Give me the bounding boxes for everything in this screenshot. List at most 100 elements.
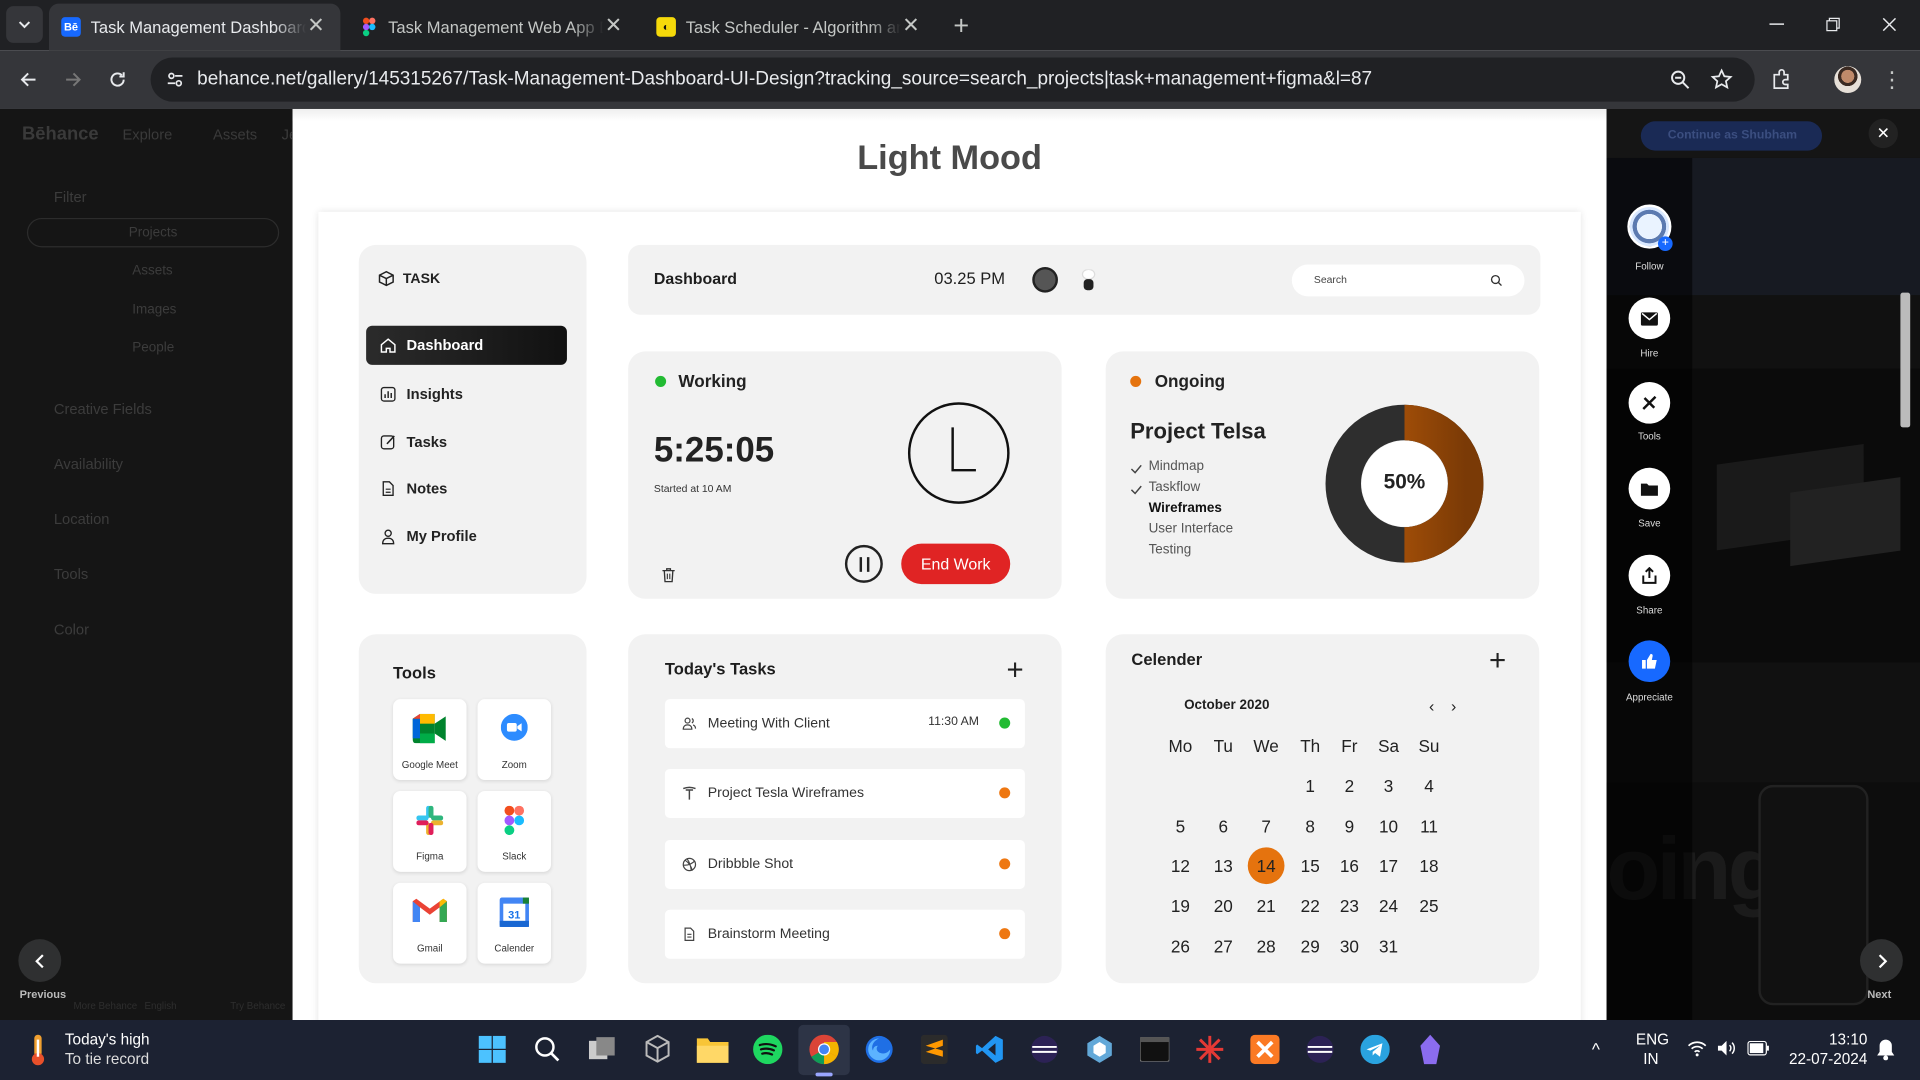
calendar-day[interactable]: 16 (1331, 856, 1368, 876)
tool-zoom[interactable]: Zoom (477, 699, 552, 780)
restore-button[interactable] (1815, 6, 1852, 43)
forward-button[interactable] (55, 61, 92, 98)
search-tab-projects[interactable]: Projects (26, 217, 280, 248)
firefox-button[interactable] (862, 1032, 896, 1066)
url-field[interactable]: behance.net/gallery/145315267/Task-Manag… (150, 57, 1755, 102)
calendar-day[interactable]: 20 (1205, 896, 1242, 916)
tab-algorithm[interactable]: ◐ Task Scheduler - Algorithm and ✕ (644, 4, 935, 51)
chrome-menu-button[interactable]: ⋮ (1873, 61, 1910, 98)
nav-dashboard[interactable]: Dashboard (366, 325, 567, 365)
minimize-button[interactable] (1758, 6, 1795, 43)
calendar-day[interactable]: 23 (1331, 896, 1368, 916)
telegram-button[interactable] (1358, 1032, 1392, 1066)
virtualbox-button[interactable] (640, 1032, 674, 1066)
back-button[interactable] (10, 61, 47, 98)
tab-figma[interactable]: Task Management Web App De ✕ (347, 4, 638, 51)
calendar-day[interactable]: 13 (1205, 856, 1242, 876)
reload-button[interactable] (99, 61, 136, 98)
save-button[interactable] (1628, 467, 1671, 510)
task-item[interactable]: Dribbble Shot (664, 840, 1025, 889)
calendar-day[interactable]: 26 (1162, 936, 1199, 956)
sublime-button[interactable] (917, 1032, 951, 1066)
extensions-button[interactable] (1763, 61, 1800, 98)
volume-icon[interactable] (1717, 1040, 1737, 1057)
calendar-day[interactable]: 21 (1248, 896, 1285, 916)
calendar-day[interactable]: 25 (1411, 896, 1448, 916)
nav-explore[interactable]: Explore (122, 126, 172, 143)
app-button[interactable] (1082, 1032, 1116, 1066)
calendar-day[interactable]: 12 (1162, 856, 1199, 876)
calendar-day[interactable]: 1 (1292, 776, 1329, 796)
close-window-button[interactable] (1871, 6, 1908, 43)
calendar-day[interactable]: 31 (1370, 936, 1407, 956)
weather-title[interactable]: Today's high (65, 1031, 150, 1048)
site-info-icon[interactable] (165, 70, 185, 90)
calendar-day[interactable]: 17 (1370, 856, 1407, 876)
search-tab-images[interactable]: Images (132, 302, 176, 317)
chrome-button[interactable] (807, 1032, 841, 1066)
calendar-day[interactable]: 18 (1411, 856, 1448, 876)
search-input[interactable]: Search (1291, 264, 1525, 297)
theme-light-toggle[interactable] (1081, 269, 1096, 291)
taskbar-search-button[interactable] (530, 1032, 564, 1066)
calendar-day[interactable]: 27 (1205, 936, 1242, 956)
theme-dark-toggle[interactable] (1032, 266, 1058, 293)
tools-button[interactable] (1628, 382, 1671, 424)
calendar-day[interactable]: 3 (1370, 776, 1407, 796)
star-icon[interactable] (1710, 68, 1733, 91)
calendar-day[interactable]: 8 (1292, 816, 1329, 836)
footer-link[interactable]: English (144, 1000, 176, 1011)
xampp-button[interactable] (1248, 1032, 1282, 1066)
eclipse-button[interactable] (1027, 1032, 1061, 1066)
delete-button[interactable] (661, 567, 676, 583)
calendar-day[interactable]: 2 (1331, 776, 1368, 796)
add-task-button[interactable]: + (1007, 656, 1024, 685)
close-tab-icon[interactable]: ✕ (601, 13, 625, 37)
task-item[interactable]: Meeting With Client 11:30 AM (664, 699, 1025, 749)
calendar-day[interactable]: 19 (1162, 896, 1199, 916)
calendar-day[interactable]: 24 (1370, 896, 1407, 916)
tab-search-button[interactable] (6, 6, 43, 43)
language-label[interactable]: ENG (1636, 1031, 1669, 1048)
calendar-day[interactable]: 29 (1292, 936, 1329, 956)
weather-subtitle[interactable]: To tie record (65, 1051, 149, 1068)
calendar-day[interactable]: 28 (1248, 936, 1285, 956)
calendar-day[interactable]: 15 (1292, 856, 1329, 876)
file-explorer-button[interactable] (696, 1032, 730, 1066)
pause-button[interactable] (844, 544, 883, 583)
notification-icon[interactable] (1876, 1038, 1896, 1061)
wifi-icon[interactable] (1687, 1040, 1707, 1057)
nav-notes[interactable]: Notes (366, 469, 567, 508)
start-button[interactable] (475, 1032, 509, 1066)
filter-color[interactable]: Color (54, 621, 89, 638)
new-tab-button[interactable]: + (943, 7, 980, 44)
continue-as-button[interactable]: Continue as Shubham (1640, 121, 1823, 151)
search-tab-assets[interactable]: Assets (132, 263, 172, 278)
calendar-day[interactable]: 4 (1411, 776, 1448, 796)
calendar-day[interactable]: 30 (1331, 936, 1368, 956)
share-button[interactable] (1628, 554, 1671, 597)
nav-tasks[interactable]: Tasks (366, 422, 567, 461)
region-label[interactable]: IN (1643, 1051, 1658, 1068)
chevron-up-icon[interactable]: ^ (1592, 1040, 1600, 1060)
vscode-button[interactable] (972, 1032, 1006, 1066)
spotify-button[interactable] (751, 1032, 785, 1066)
tool-slack[interactable]: Slack (477, 791, 552, 872)
hire-button[interactable] (1628, 297, 1671, 340)
tool-figma[interactable]: Figma (393, 791, 467, 872)
nav-my-profile[interactable]: My Profile (366, 517, 567, 556)
task-item[interactable]: Brainstorm Meeting (664, 909, 1025, 959)
app-button[interactable] (1193, 1032, 1227, 1066)
nav-assets[interactable]: Assets (213, 126, 257, 143)
calendar-day[interactable]: 10 (1370, 816, 1407, 836)
previous-button[interactable] (18, 939, 62, 983)
calendar-day[interactable]: 11 (1411, 816, 1448, 836)
tool-google-meet[interactable]: Google Meet (393, 699, 467, 780)
next-button[interactable] (1860, 939, 1903, 983)
task-view-button[interactable] (585, 1032, 619, 1066)
clock-date[interactable]: 22-07-2024 (1776, 1051, 1867, 1068)
calendar-day[interactable]: 22 (1292, 896, 1329, 916)
profile-avatar[interactable] (1834, 66, 1862, 94)
nav-insights[interactable]: Insights (366, 375, 567, 414)
battery-icon[interactable] (1747, 1040, 1769, 1056)
